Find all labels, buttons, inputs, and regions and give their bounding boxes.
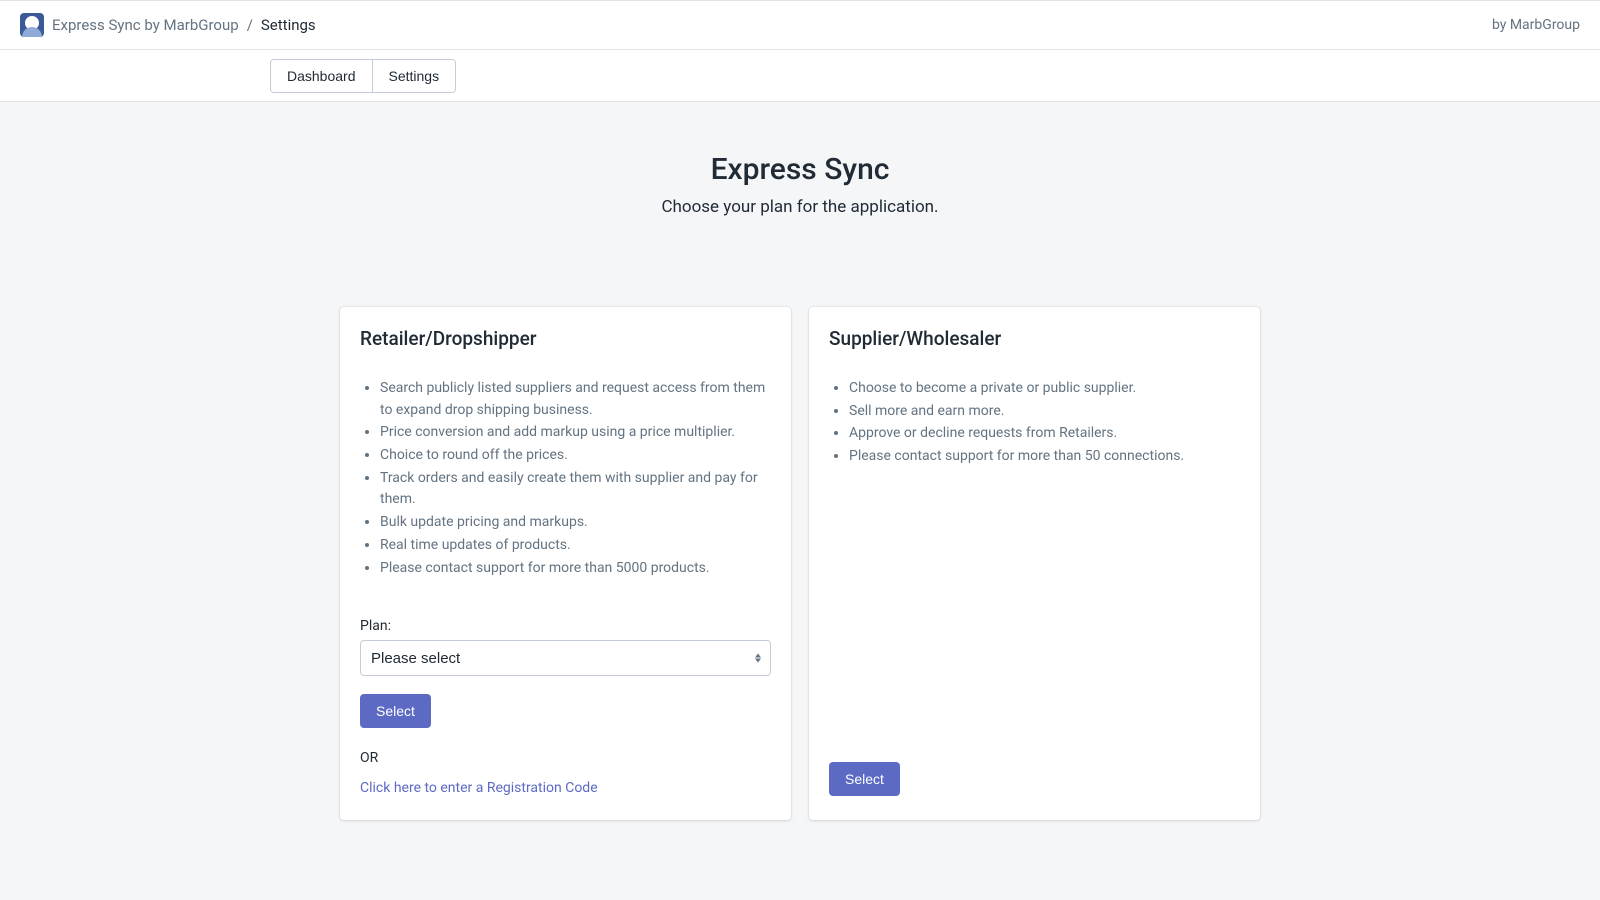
feature-item: Choose to become a private or public sup… xyxy=(849,378,1240,400)
supplier-card: Supplier/Wholesaler Choose to become a p… xyxy=(809,307,1260,820)
supplier-select-button[interactable]: Select xyxy=(829,762,900,796)
breadcrumb-app-name[interactable]: Express Sync by MarbGroup xyxy=(52,16,239,34)
retailer-card: Retailer/Dropshipper Search publicly lis… xyxy=(340,307,791,820)
top-bar: Express Sync by MarbGroup / Settings by … xyxy=(0,0,1600,50)
plan-cards-row: Retailer/Dropshipper Search publicly lis… xyxy=(340,307,1260,820)
breadcrumb: Express Sync by MarbGroup / Settings xyxy=(20,13,316,37)
plan-select-wrap: Please select xyxy=(360,640,771,676)
feature-item: Please contact support for more than 500… xyxy=(380,558,771,580)
main-content: Express Sync Choose your plan for the ap… xyxy=(300,102,1300,860)
plan-label: Plan: xyxy=(360,618,771,634)
feature-item: Choice to round off the prices. xyxy=(380,445,771,467)
feature-item: Real time updates of products. xyxy=(380,535,771,557)
tab-dashboard[interactable]: Dashboard xyxy=(271,60,372,92)
page-title: Express Sync xyxy=(340,152,1260,187)
retailer-feature-list: Search publicly listed suppliers and req… xyxy=(360,378,771,580)
page-subtitle: Choose your plan for the application. xyxy=(340,197,1260,217)
feature-item: Approve or decline requests from Retaile… xyxy=(849,423,1240,445)
tabs-bar: Dashboard Settings xyxy=(0,50,1600,102)
retailer-select-button[interactable]: Select xyxy=(360,694,431,728)
supplier-button-wrap: Select xyxy=(829,624,1240,796)
app-logo-icon xyxy=(20,13,44,37)
breadcrumb-separator: / xyxy=(247,16,253,34)
supplier-card-title: Supplier/Wholesaler xyxy=(829,327,1240,350)
feature-item: Bulk update pricing and markups. xyxy=(380,512,771,534)
tabs-group: Dashboard Settings xyxy=(270,59,456,93)
plan-section: Plan: Please select Select OR Click here… xyxy=(360,618,771,796)
feature-item: Price conversion and add markup using a … xyxy=(380,422,771,444)
or-divider-text: OR xyxy=(360,750,771,766)
feature-item: Track orders and easily create them with… xyxy=(380,468,771,511)
feature-item: Please contact support for more than 50 … xyxy=(849,446,1240,468)
feature-item: Search publicly listed suppliers and req… xyxy=(380,378,771,421)
breadcrumb-current-page: Settings xyxy=(261,16,316,34)
retailer-card-title: Retailer/Dropshipper xyxy=(360,327,771,350)
header-byline: by MarbGroup xyxy=(1492,17,1580,33)
tab-settings[interactable]: Settings xyxy=(372,60,456,92)
feature-item: Sell more and earn more. xyxy=(849,401,1240,423)
plan-select[interactable]: Please select xyxy=(360,640,771,676)
supplier-feature-list: Choose to become a private or public sup… xyxy=(829,378,1240,624)
registration-code-link[interactable]: Click here to enter a Registration Code xyxy=(360,780,598,796)
